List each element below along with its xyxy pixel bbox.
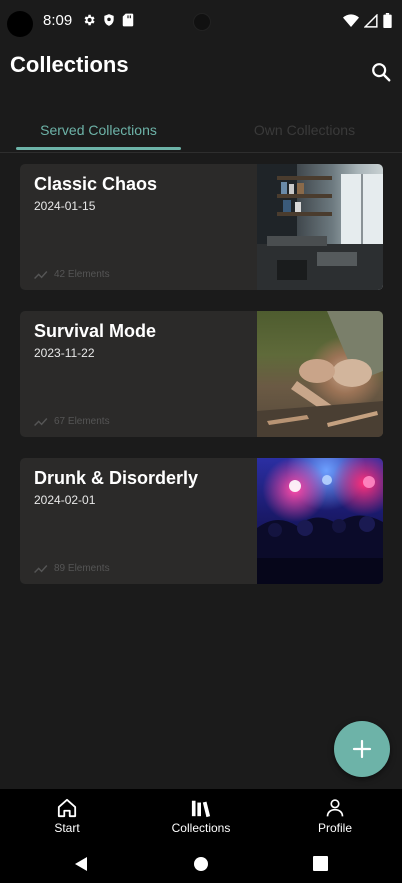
status-icons-right [343,13,392,28]
card-meta: 67 Elements [34,416,110,427]
nav-collections-label: Collections [171,821,231,835]
collection-card-drunk-disorderly[interactable]: Drunk & Disorderly 2024-02-01 89 Element… [20,458,383,584]
nav-collections[interactable]: Collections [134,789,268,844]
signal-icon [364,13,378,28]
party-illustration [257,475,383,584]
tab-own-collections[interactable]: Own Collections [222,108,387,152]
battery-icon [383,13,392,28]
card-title: Survival Mode [34,321,157,341]
card-date: 2024-02-01 [34,493,96,507]
search-icon [372,63,391,82]
card-meta: 89 Elements [34,563,110,574]
shield-icon [104,14,114,26]
page-title: Collections [10,52,129,77]
office-illustration [257,164,383,290]
card-element-count: 42 Elements [54,269,110,280]
nav-profile-label: Profile [317,821,352,835]
status-icons-left [82,13,134,27]
collection-card-classic-chaos[interactable]: Classic Chaos 2024-01-15 42 Elements [20,164,383,290]
trend-icon [34,564,48,573]
back-icon[interactable] [73,856,89,872]
cluttered-office-photo [257,164,383,290]
status-time: 8:09 [43,12,73,29]
wifi-icon [343,13,359,27]
card-title: Classic Chaos [34,174,158,194]
survival-illustration [257,311,383,437]
plus-icon [352,739,372,759]
search-button[interactable] [370,61,392,83]
collection-card-survival-mode[interactable]: Survival Mode 2023-11-22 67 Elements [20,311,383,437]
status-bar: 8:09 [0,0,402,42]
person-icon [326,799,344,817]
nav-profile[interactable]: Profile [268,789,402,844]
nightclub-crowd-photo [257,458,383,584]
card-title: Drunk & Disorderly [34,468,199,488]
card-date: 2023-11-22 [34,346,95,360]
hands-splitting-wood-photo [257,311,383,437]
system-navigation [0,844,402,883]
card-meta: 42 Elements [34,269,110,280]
home-icon [57,798,77,818]
camera-cutout [7,11,33,37]
tab-served-collections[interactable]: Served Collections [16,108,181,152]
home-circle-icon[interactable] [193,856,209,872]
nav-start[interactable]: Start [0,789,134,844]
library-icon [191,800,211,818]
nav-start-label: Start [54,821,80,835]
gear-icon [84,14,95,26]
collection-tabs: Served Collections Own Collections [0,108,402,153]
trend-icon [34,417,48,426]
add-collection-button[interactable] [334,721,390,777]
bottom-navigation: Start Collections Profile [0,789,402,844]
sd-card-icon [122,13,134,27]
trend-icon [34,270,48,279]
card-element-count: 67 Elements [54,416,110,427]
recents-icon[interactable] [313,856,328,871]
active-tab-indicator [16,147,181,150]
front-sensor [193,13,211,31]
card-date: 2024-01-15 [34,199,96,213]
card-element-count: 89 Elements [54,563,110,574]
